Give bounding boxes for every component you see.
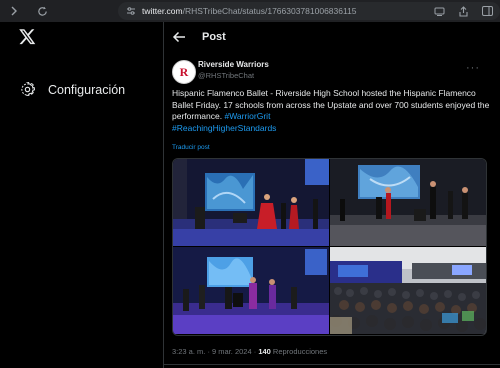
gear-icon (20, 81, 36, 98)
sidebar-item-settings[interactable]: Configuración (20, 81, 126, 98)
tweet-time[interactable]: 3:23 a. m. (172, 347, 205, 356)
divider (164, 364, 500, 365)
x-logo-icon[interactable] (19, 29, 39, 49)
hashtag-link[interactable]: #ReachingHigherStandards (172, 123, 276, 133)
media-grid (172, 158, 487, 336)
browser-toolbar: twitter.com/RHSTribeChat/status/17663037… (0, 0, 500, 22)
avatar[interactable]: R (172, 60, 196, 84)
photo-3[interactable] (173, 247, 329, 334)
page-title: Post (202, 31, 226, 43)
photo-4[interactable] (330, 247, 486, 334)
photo-1[interactable] (173, 159, 329, 246)
author-block[interactable]: Riverside Warriors @RHSTribeChat (198, 60, 269, 80)
back-arrow-icon[interactable] (172, 30, 188, 46)
sidebar-item-label: Configuración (48, 83, 126, 97)
avatar-letter: R (179, 65, 189, 79)
more-options-icon[interactable]: ··· (466, 62, 480, 74)
author-name[interactable]: Riverside Warriors (198, 60, 269, 69)
site-info-icon[interactable] (124, 4, 138, 18)
sidebar: Configuración (0, 22, 163, 368)
author-handle[interactable]: @RHSTribeChat (198, 71, 269, 80)
reload-icon[interactable] (34, 3, 50, 19)
post-header: Post (164, 22, 500, 54)
photo-2[interactable] (330, 159, 486, 246)
url-host: twitter.com (142, 6, 183, 16)
url-text: twitter.com/RHSTribeChat/status/17663037… (142, 6, 357, 16)
cast-icon[interactable] (432, 4, 446, 18)
translate-post-link[interactable]: Traducir post (172, 144, 210, 151)
hashtag-link[interactable]: #WarriorGrit (224, 111, 270, 121)
views-count: 140 (258, 347, 271, 356)
share-icon[interactable] (456, 4, 470, 18)
forward-icon[interactable] (6, 3, 22, 19)
main-column: Post R Riverside Warriors @RHSTribeChat … (164, 22, 500, 368)
sidebar-toggle-icon[interactable] (480, 4, 494, 18)
tweet-date[interactable]: 9 mar. 2024 (212, 347, 252, 356)
tweet-text: Hispanic Flamenco Ballet - Riverside Hig… (172, 88, 490, 134)
tweet-body: Hispanic Flamenco Ballet - Riverside Hig… (172, 88, 490, 121)
views-label: Reproducciones (272, 347, 328, 356)
tweet-meta: 3:23 a. m. · 9 mar. 2024 · 140 Reproducc… (172, 347, 328, 356)
url-path: /RHSTribeChat/status/1766303781006836115 (182, 6, 357, 16)
